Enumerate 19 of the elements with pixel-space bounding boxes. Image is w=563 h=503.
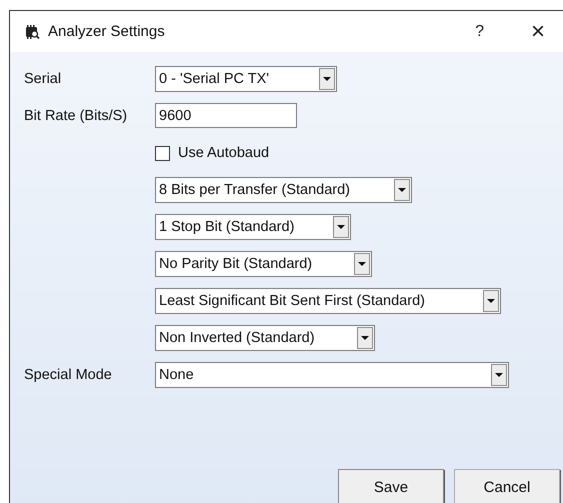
window-title: Analyzer Settings	[48, 23, 166, 40]
dropdown[interactable]: None	[155, 362, 509, 388]
dropdown[interactable]: 0 - 'Serial PC TX'	[155, 66, 337, 92]
dropdown[interactable]: No Parity Bit (Standard)	[155, 251, 372, 277]
chip-icon	[24, 24, 40, 40]
field-label: Serial	[24, 71, 62, 87]
dialog-button[interactable]: Cancel	[454, 469, 560, 503]
checkbox[interactable]	[155, 146, 170, 160]
input-field[interactable]: 9600	[155, 103, 297, 128]
dialog-button[interactable]: Save	[338, 469, 444, 503]
close-button[interactable]: ×	[530, 20, 545, 44]
dropdown[interactable]: 1 Stop Bit (Standard)	[155, 214, 351, 240]
dropdown[interactable]: Non Inverted (Standard)	[155, 325, 375, 351]
dropdown[interactable]: Least Significant Bit Sent First (Standard)	[155, 288, 501, 314]
help-button[interactable]: ?	[475, 22, 484, 40]
dropdown[interactable]: 8 Bits per Transfer (Standard)	[155, 177, 412, 203]
field-label: Bit Rate (Bits/S)	[24, 108, 128, 124]
checkbox-label: Use Autobaud	[178, 145, 270, 161]
field-label: Special Mode	[24, 367, 113, 383]
